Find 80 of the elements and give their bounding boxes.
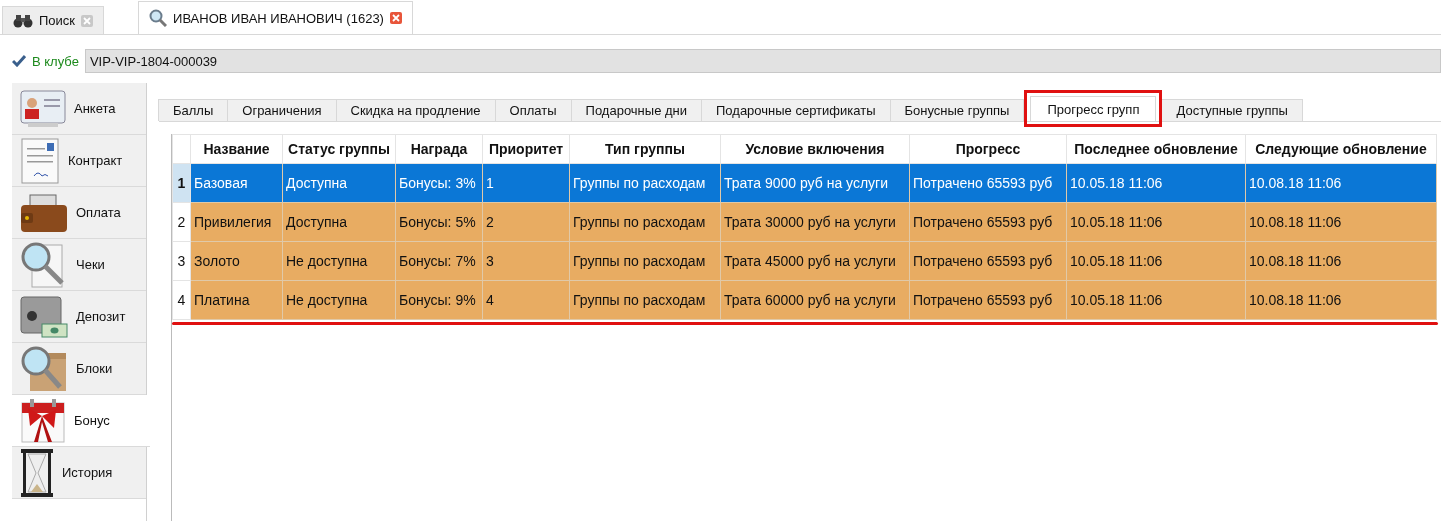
tab[interactable]: Подарочные дни: [570, 99, 702, 121]
sidebar-item[interactable]: Депозит: [12, 291, 146, 343]
sidebar-item[interactable]: Контракт: [12, 135, 146, 187]
table-cell: 10.08.18 11:06: [1245, 163, 1437, 203]
table-cell: Не доступна: [282, 280, 396, 320]
table-cell: Бонусы: 7%: [395, 241, 483, 281]
table-cell: Группы по расходам: [569, 241, 721, 281]
safe-icon: [20, 295, 68, 338]
tab[interactable]: Доступные группы: [1161, 99, 1303, 121]
gift-calendar-icon: [20, 397, 66, 444]
table-cell: 10.05.18 11:06: [1066, 202, 1246, 242]
close-icon[interactable]: [389, 12, 402, 24]
column-header[interactable]: Условие включения: [720, 134, 910, 164]
tab[interactable]: Бонусные группы: [889, 99, 1025, 121]
check-icon: [12, 55, 26, 67]
row-number: 4: [172, 280, 191, 320]
table-cell: Трата 60000 руб на услуги: [720, 280, 910, 320]
column-header[interactable]: Название: [190, 134, 283, 164]
table-cell: Потрачено 65593 руб: [909, 163, 1067, 203]
tab[interactable]: Ограничения: [227, 99, 337, 121]
table-cell: Группы по расходам: [569, 280, 721, 320]
table-cell: Бонусы: 5%: [395, 202, 483, 242]
table-cell: Золото: [190, 241, 283, 281]
wallet-icon: [20, 192, 68, 233]
column-header[interactable]: Прогресс: [909, 134, 1067, 164]
table-cell: 2: [482, 202, 570, 242]
table-cell: Группы по расходам: [569, 202, 721, 242]
column-header[interactable]: Награда: [395, 134, 483, 164]
table-cell: 10.05.18 11:06: [1066, 280, 1246, 320]
table-cell: 10.08.18 11:06: [1245, 241, 1437, 281]
table-cell: Не доступна: [282, 241, 396, 281]
tab[interactable]: Подарочные сертификаты: [701, 99, 891, 121]
table-cell: Трата 30000 руб на услуги: [720, 202, 910, 242]
binoculars-icon: [13, 13, 33, 28]
tab[interactable]: Оплаты: [494, 99, 572, 121]
sidebar-item[interactable]: Блоки: [12, 343, 146, 395]
box-search-icon: [20, 344, 68, 393]
column-header[interactable]: Следующие обновление: [1245, 134, 1437, 164]
table-cell: Потрачено 65593 руб: [909, 202, 1067, 242]
table-cell: Бонусы: 3%: [395, 163, 483, 203]
sidebar-item[interactable]: Оплата: [12, 187, 146, 239]
table-cell: Привилегия: [190, 202, 283, 242]
document-icon: [20, 137, 60, 184]
table-cell: Группы по расходам: [569, 163, 721, 203]
tab[interactable]: Скидка на продление: [335, 99, 496, 121]
table-cell: 10.08.18 11:06: [1245, 202, 1437, 242]
hourglass-icon: [20, 447, 54, 498]
table-cell: 10.08.18 11:06: [1245, 280, 1437, 320]
table-cell: Потрачено 65593 руб: [909, 280, 1067, 320]
table-cell: Доступна: [282, 163, 396, 203]
table-cell: Базовая: [190, 163, 283, 203]
id-card-icon: [20, 89, 66, 128]
sidebar-item[interactable]: Анкета: [12, 83, 146, 135]
column-header[interactable]: Статус группы: [282, 134, 396, 164]
row-number: 2: [172, 202, 191, 242]
sidebar-item[interactable]: Бонус: [12, 395, 150, 447]
document-tab[interactable]: Поиск: [2, 6, 105, 34]
document-tab[interactable]: ИВАНОВ ИВАН ИВАНОВИЧ (1623): [138, 1, 413, 34]
table-cell: Трата 9000 руб на услуги: [720, 163, 910, 203]
row-number: 3: [172, 241, 191, 281]
table-cell: Потрачено 65593 руб: [909, 241, 1067, 281]
table-cell: Бонусы: 9%: [395, 280, 483, 320]
sidebar-item[interactable]: Чеки: [12, 239, 146, 291]
table-cell: Доступна: [282, 202, 396, 242]
column-header[interactable]: Приоритет: [482, 134, 570, 164]
sidebar-item[interactable]: История: [12, 447, 146, 499]
table-cell: 10.05.18 11:06: [1066, 241, 1246, 281]
table-cell: 10.05.18 11:06: [1066, 163, 1246, 203]
search-icon: [149, 9, 168, 27]
column-header[interactable]: Последнее обновление: [1066, 134, 1246, 164]
club-status-label: В клубе: [32, 53, 79, 69]
tab[interactable]: Баллы: [158, 99, 229, 121]
table-cell: 4: [482, 280, 570, 320]
table-cell: Трата 45000 руб на услуги: [720, 241, 910, 281]
card-number-field: VIP-VIP-1804-000039: [84, 49, 1441, 73]
row-number: 1: [172, 163, 191, 203]
table-cell: 1: [482, 163, 570, 203]
column-header[interactable]: Тип группы: [569, 134, 721, 164]
table-cell: 3: [482, 241, 570, 281]
table-cell: Платина: [190, 280, 283, 320]
